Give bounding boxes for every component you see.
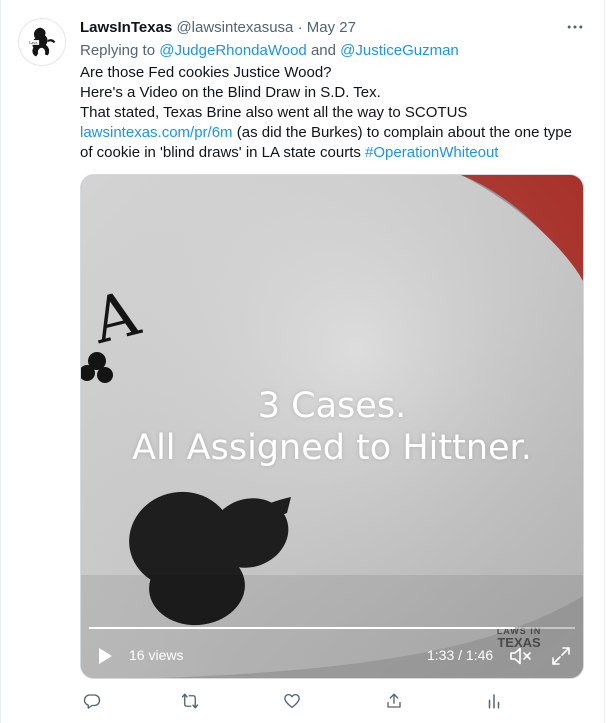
video-progress-bar[interactable]: [89, 627, 575, 629]
tweet-card[interactable]: Laws LawsInTexas @lawsintexasusa · May 2…: [0, 0, 605, 723]
replying-prefix: Replying to: [80, 42, 156, 59]
tweet-line: of cookie in 'blind draws' in LA state c…: [80, 143, 590, 163]
tweet-line: lawsintexas.com/pr/6m (as did the Burkes…: [80, 123, 590, 143]
video-caption-line: All Assigned to Hittner.: [132, 428, 532, 468]
tweet-link[interactable]: lawsintexas.com/pr/6m: [80, 124, 233, 141]
mention-justice-guzman[interactable]: @JusticeGuzman: [340, 42, 459, 59]
tweet-content: LawsInTexas @lawsintexasusa · May 27 Rep…: [80, 18, 590, 163]
analytics-icon: [488, 694, 500, 709]
heart-icon: [284, 693, 300, 709]
retweet-icon: [181, 693, 199, 709]
share-icon: [387, 693, 401, 708]
display-name[interactable]: LawsInTexas: [80, 19, 172, 36]
video-time: 1:33 / 1:46: [427, 647, 494, 663]
video-caption-overlay: 3 Cases. All Assigned to Hittner.: [81, 385, 583, 469]
user-handle[interactable]: @lawsintexasusa: [176, 19, 293, 36]
volume-muted-icon: [510, 647, 531, 665]
replying-and: and: [310, 42, 336, 59]
play-icon: [99, 648, 112, 664]
fullscreen-button[interactable]: [549, 644, 573, 668]
svg-text:Laws: Laws: [29, 41, 38, 45]
tweet-line: Here's a Video on the Blind Draw in S.D.…: [80, 84, 381, 101]
separator-dot: ·: [297, 19, 303, 36]
mute-button[interactable]: [508, 644, 534, 668]
more-options-button[interactable]: [560, 12, 590, 42]
tweet-line-text: of cookie in 'blind draws' in LA state c…: [80, 144, 366, 161]
retweet-button[interactable]: [178, 689, 202, 713]
share-button[interactable]: [382, 689, 406, 713]
tweet-header: LawsInTexas @lawsintexasusa · May 27: [80, 18, 590, 38]
play-button[interactable]: [95, 646, 115, 666]
tweet-actions: [80, 689, 510, 713]
expand-icon: [552, 647, 570, 665]
avatar-logo-icon: Laws: [19, 19, 65, 65]
tweet-date[interactable]: May 27: [307, 19, 356, 36]
reply-icon: [83, 694, 101, 709]
mention-judge-rhonda-wood[interactable]: @JudgeRhondaWood: [159, 42, 307, 59]
replying-to: Replying to @JudgeRhondaWood and @Justic…: [80, 41, 590, 61]
tweet-line: That stated, Texas Brine also went all t…: [80, 104, 468, 121]
reply-button[interactable]: [80, 689, 104, 713]
tweet-text: Are those Fed cookies Justice Wood? Here…: [80, 63, 590, 163]
analytics-button[interactable]: [482, 689, 506, 713]
like-button[interactable]: [280, 689, 304, 713]
tweet-line-text: (as did the Burkes) to complain about th…: [232, 124, 572, 141]
video-player[interactable]: A 3 Cases. All Assigned to Hittner. LAWS…: [80, 174, 584, 679]
hashtag-link[interactable]: #OperationWhiteout: [365, 144, 498, 161]
more-horizontal-icon: [567, 25, 583, 29]
avatar[interactable]: Laws: [18, 18, 66, 66]
view-count: 16 views: [129, 647, 184, 663]
video-controls: 16 views 1:33 / 1:46: [81, 634, 583, 678]
video-progress-fill: [89, 627, 516, 629]
tweet-line: Are those Fed cookies Justice Wood?: [80, 64, 332, 81]
video-caption-line: 3 Cases.: [257, 386, 407, 426]
